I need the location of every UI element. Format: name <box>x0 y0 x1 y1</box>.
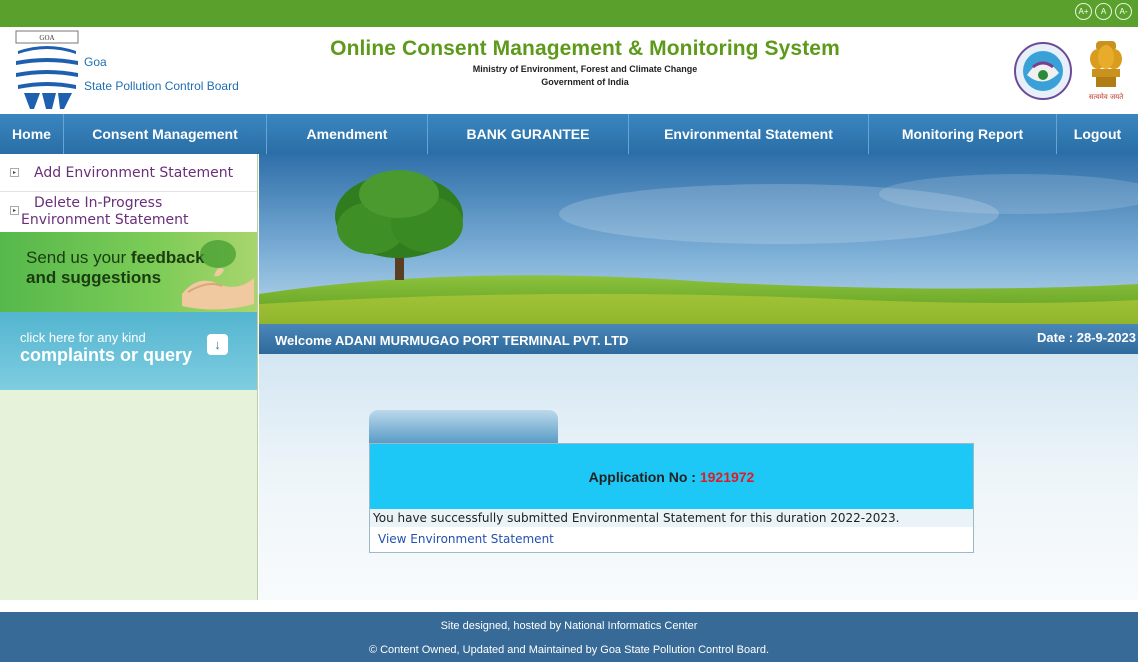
welcome-bar: Welcome ADANI MURMUGAO PORT TERMINAL PVT… <box>259 324 1138 354</box>
government-subtitle: Government of India <box>541 77 629 87</box>
moefcc-emblem-icon <box>1014 42 1072 100</box>
nav-environmental-statement[interactable]: Environmental Statement <box>629 114 869 154</box>
bullet-arrow-icon: ▸ <box>10 206 19 215</box>
sidebar-item-label: Add Environment Statement <box>34 165 234 181</box>
site-footer: Site designed, hosted by National Inform… <box>0 612 1138 662</box>
panel-tab <box>369 410 558 443</box>
application-header: Application No : 1921972 <box>370 444 973 509</box>
font-decrease-button[interactable]: A- <box>1115 3 1132 20</box>
welcome-text: Welcome ADANI MURMUGAO PORT TERMINAL PVT… <box>275 333 629 348</box>
success-message: You have successfully submitted Environm… <box>370 509 973 527</box>
feedback-prefix: Send us your <box>26 248 131 267</box>
application-label: Application No : <box>588 469 700 485</box>
complaint-line1: click here for any kind <box>20 330 146 345</box>
sidebar-item-label-line1: Delete In-Progress <box>34 195 163 211</box>
org-name: Goa State Pollution Control Board <box>84 50 239 98</box>
org-name-line1: Goa <box>84 55 107 69</box>
landscape-banner <box>259 154 1138 324</box>
title-block: Online Consent Management & Monitoring S… <box>270 37 900 87</box>
nav-consent-management[interactable]: Consent Management <box>64 114 267 154</box>
main-nav: Home Consent Management Amendment BANK G… <box>0 114 1138 154</box>
view-environment-statement-link[interactable]: View Environment Statement <box>370 527 973 551</box>
nav-home[interactable]: Home <box>0 114 64 154</box>
footer-line1: Site designed, hosted by National Inform… <box>440 620 698 632</box>
sidebar-item-add-environment-statement[interactable]: ▸ Add Environment Statement <box>0 154 257 192</box>
complaint-banner[interactable]: click here for any kind complaints or qu… <box>0 312 257 390</box>
date-text: Date : 28-9-2023 <box>1037 330 1136 345</box>
main-content: Application No : 1921972 You have succes… <box>259 354 1138 600</box>
ministry-subtitle: Ministry of Environment, Forest and Clim… <box>472 64 698 74</box>
application-number: 1921972 <box>699 469 755 485</box>
complaint-line2: complaints or query <box>20 345 193 365</box>
font-normal-button[interactable]: A <box>1095 3 1112 20</box>
feedback-line2: and suggestions <box>26 268 162 287</box>
top-strip: A+ A A- <box>0 0 1138 27</box>
font-increase-button[interactable]: A+ <box>1075 3 1092 20</box>
sidebar-item-delete-in-progress[interactable]: ▸ Delete In-Progress Environment Stateme… <box>0 192 257 232</box>
page-title: Online Consent Management & Monitoring S… <box>330 37 840 60</box>
logo-goa-text: GOA <box>39 34 54 42</box>
org-name-line2: State Pollution Control Board <box>84 79 239 93</box>
nav-bank-gurantee[interactable]: BANK GURANTEE <box>428 114 629 154</box>
site-header: GOA Goa State Pollution Control Board On… <box>0 27 1138 114</box>
font-size-controls: A+ A A- <box>1075 3 1132 20</box>
application-panel: Application No : 1921972 You have succes… <box>369 443 974 553</box>
bullet-arrow-icon: ▸ <box>10 168 19 177</box>
sidebar-item-label-line2: Environment Statement <box>21 212 189 228</box>
nav-amendment[interactable]: Amendment <box>267 114 428 154</box>
hands-icon <box>182 240 254 310</box>
sidebar: ▸ Add Environment Statement ▸ Delete In-… <box>0 154 258 600</box>
nav-logout[interactable]: Logout <box>1057 114 1138 154</box>
arrow-down-icon[interactable]: ↓ <box>207 334 228 355</box>
feedback-banner[interactable]: Send us your feedback and suggestions <box>0 232 257 312</box>
goa-spcb-logo[interactable]: GOA <box>12 29 82 109</box>
emblem-motto: सत्यमेव जयते <box>1089 92 1124 101</box>
nav-monitoring-report[interactable]: Monitoring Report <box>869 114 1057 154</box>
footer-line2: © Content Owned, Updated and Maintained … <box>368 644 770 656</box>
national-emblem-icon: सत्यमेव जयते <box>1089 41 1124 101</box>
